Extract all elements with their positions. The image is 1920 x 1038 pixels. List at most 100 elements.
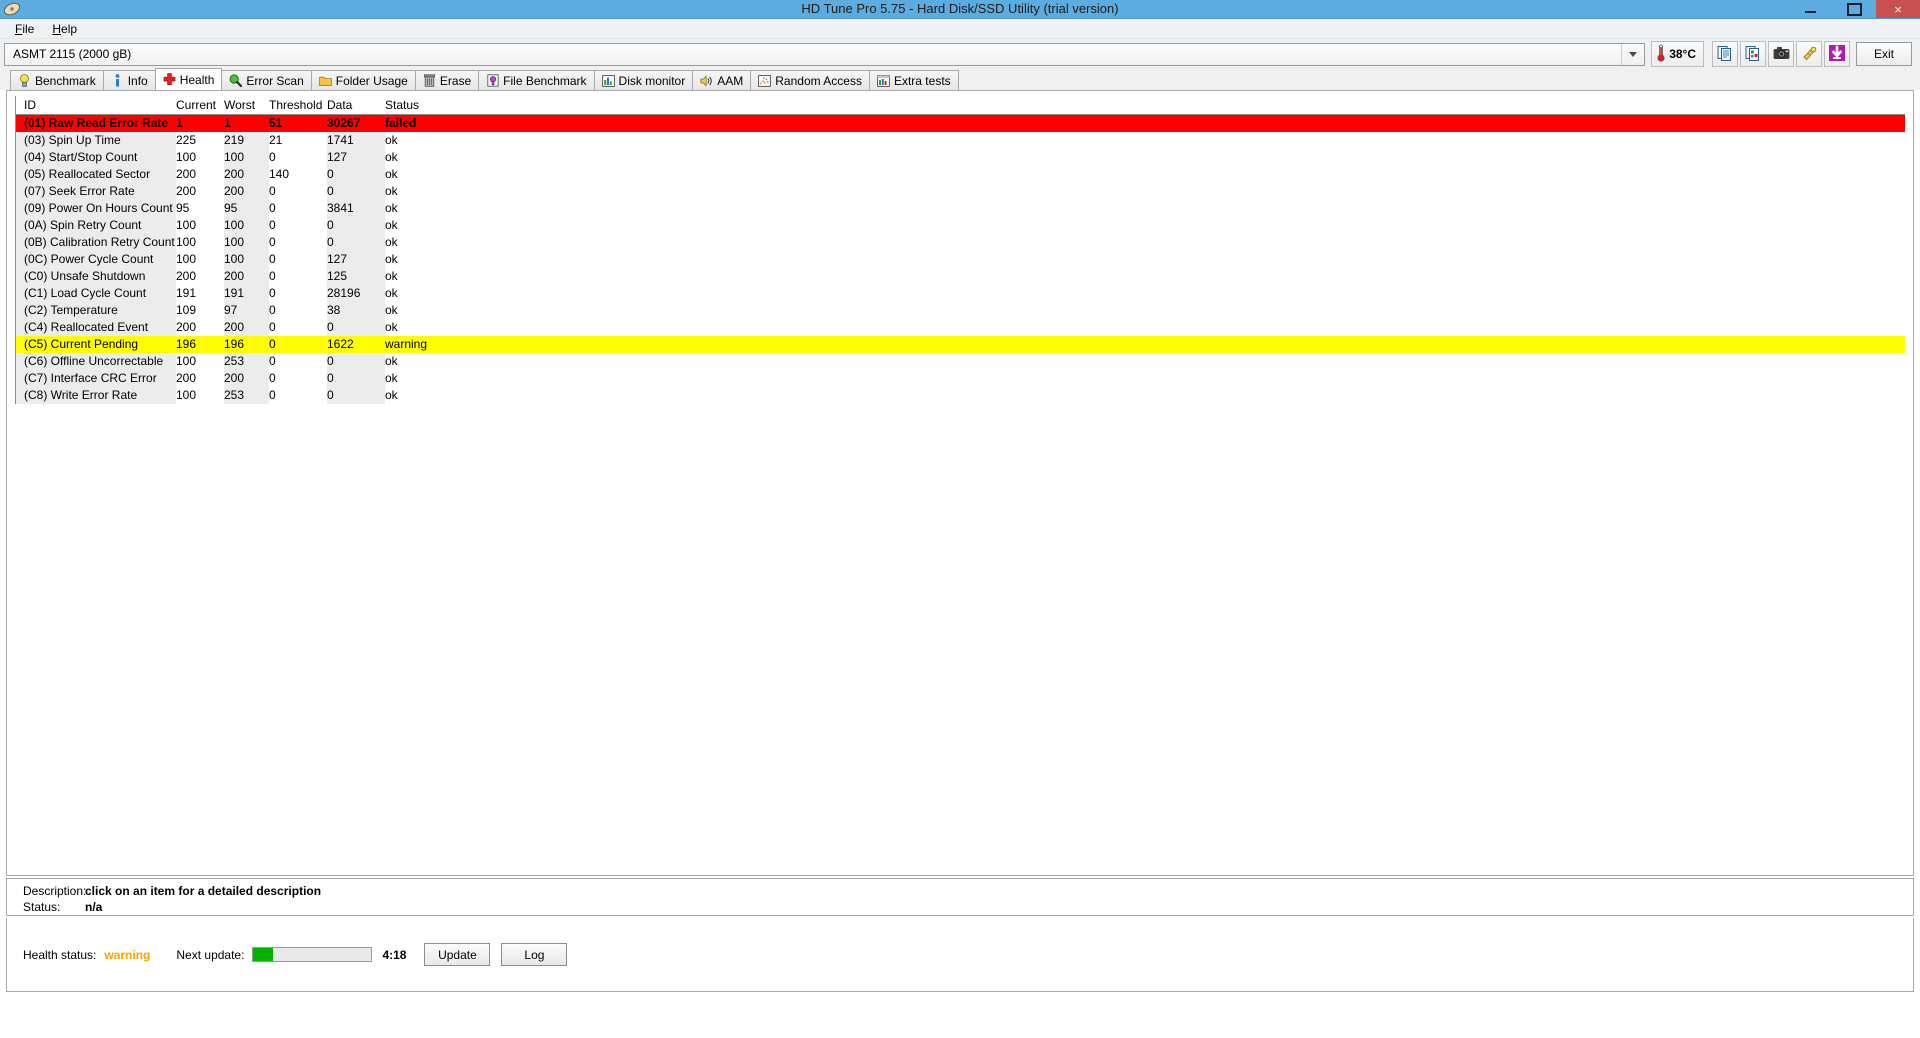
cell-data: 0 (327, 387, 385, 404)
status-line: Status: n/a (23, 899, 1913, 915)
table-row[interactable]: (0A) Spin Retry Count 100 100 0 0 ok (16, 217, 1905, 234)
lightbulb-icon (18, 74, 31, 87)
cell-id: (C1) Load Cycle Count (16, 285, 176, 302)
table-row[interactable]: (0C) Power Cycle Count 100 100 0 127 ok (16, 251, 1905, 268)
chevron-down-icon[interactable] (1621, 43, 1645, 65)
table-row[interactable]: (01) Raw Read Error Rate 1 1 51 30267 failed (16, 115, 1905, 132)
table-row[interactable]: (C6) Offline Uncorrectable 100 253 0 0 ok (16, 353, 1905, 370)
maximize-button[interactable] (1832, 0, 1876, 18)
window-title: HD Tune Pro 5.75 - Hard Disk/SSD Utility… (801, 1, 1119, 16)
menu-item-help[interactable]: Help (43, 21, 86, 37)
cell-worst: 100 (224, 217, 269, 234)
tab-erase[interactable]: Erase (414, 70, 480, 90)
close-button[interactable]: × (1876, 0, 1920, 18)
table-row[interactable]: (07) Seek Error Rate 200 200 0 0 ok (16, 183, 1905, 200)
cell-data: 0 (327, 319, 385, 336)
table-row[interactable]: (0B) Calibration Retry Count 100 100 0 0 ok (16, 234, 1905, 251)
copy-text-button[interactable] (1712, 41, 1738, 67)
cell-worst: 97 (224, 302, 269, 319)
cell-status: ok (385, 235, 398, 249)
menu-item-file[interactable]: File (6, 21, 43, 37)
cell-worst: 100 (224, 149, 269, 166)
health-panel: ID Current Worst Threshold Data Status (… (6, 90, 1914, 876)
cell-current: 200 (176, 371, 197, 385)
cell-current: 100 (176, 354, 197, 368)
cell-threshold: 0 (269, 150, 276, 164)
next-update-label: Next update: (176, 947, 245, 962)
table-row[interactable]: (C4) Reallocated Event Count20020000ok (16, 319, 1905, 351)
tab-strip: Benchmark Info Health Error Scan Folder … (0, 68, 1920, 90)
cell-status: ok (385, 218, 398, 232)
tab-folder-usage-label: Folder Usage (335, 73, 408, 88)
cell-threshold: 0 (269, 354, 276, 368)
maximize-icon (1846, 2, 1862, 16)
column-header-worst[interactable]: Worst (224, 98, 269, 112)
tab-benchmark[interactable]: Benchmark (10, 70, 104, 90)
table-row[interactable]: (C1) Load Cycle Count 191 191 0 28196 ok (16, 285, 1905, 302)
window-controls: × (1788, 0, 1920, 18)
close-icon: × (1894, 1, 1902, 17)
copy-image-icon (1745, 45, 1761, 64)
tab-disk-monitor[interactable]: Disk monitor (593, 70, 694, 90)
table-row[interactable]: (C5) Current Pending Sector19619601622wa… (16, 336, 1905, 368)
tab-error-scan-label: Error Scan (246, 73, 304, 88)
cell-status: ok (385, 167, 398, 181)
settings-button[interactable] (1796, 41, 1822, 67)
cell-worst: 191 (224, 285, 269, 302)
cell-data: 0 (327, 183, 385, 200)
table-row[interactable]: (C7) Interface CRC Error Count20020000ok (16, 370, 1905, 402)
cell-status: ok (385, 388, 398, 402)
window-titlebar: HD Tune Pro 5.75 - Hard Disk/SSD Utility… (0, 0, 1920, 19)
column-header-id[interactable]: ID (16, 98, 176, 112)
tab-extra-tests[interactable]: Extra tests (868, 70, 959, 90)
cell-data: 1741 (327, 132, 385, 149)
table-row[interactable]: (C2) Temperature 109 97 0 38 ok (16, 302, 1905, 319)
cell-status: ok (385, 371, 398, 385)
hard-disk-icon (3, 0, 21, 18)
table-row[interactable]: (C8) Write Error Rate 100 253 0 0 ok (16, 387, 1905, 404)
table-row[interactable]: (03) Spin Up Time 225 219 21 1741 ok (16, 132, 1905, 149)
cell-data: 30267 (327, 115, 385, 132)
column-header-status[interactable]: Status (385, 98, 440, 112)
column-header-data[interactable]: Data (327, 98, 385, 112)
file-gauge-icon (486, 74, 499, 87)
temperature-value: 38°C (1669, 47, 1696, 61)
tab-error-scan[interactable]: Error Scan (221, 70, 312, 90)
cell-current: 196 (176, 337, 197, 351)
cell-data: 0 (327, 370, 385, 387)
tab-random-access[interactable]: Random Access (750, 70, 870, 90)
minimize-button[interactable] (1788, 0, 1832, 18)
exit-button[interactable]: Exit (1856, 42, 1912, 66)
cell-worst: 100 (224, 251, 269, 268)
info-icon (111, 74, 124, 87)
cell-status: ok (385, 150, 398, 164)
column-header-threshold[interactable]: Threshold (269, 98, 327, 112)
health-status-value: warning (104, 947, 151, 962)
toolbar-button-group (1712, 41, 1850, 67)
tab-folder-usage[interactable]: Folder Usage (310, 70, 416, 90)
table-row[interactable]: (09) Power On Hours Count 95 95 0 3841 ok (16, 200, 1905, 217)
cell-id: (C0) Unsafe Shutdown Count (16, 268, 176, 300)
cell-status: ok (385, 354, 398, 368)
cell-id: (04) Start/Stop Count (16, 149, 176, 166)
cell-status: ok (385, 303, 398, 317)
cell-id: (C2) Temperature (16, 302, 176, 319)
tab-file-benchmark[interactable]: File Benchmark (478, 70, 595, 90)
table-row[interactable]: (C0) Unsafe Shutdown Count2002000125ok (16, 268, 1905, 300)
tab-info[interactable]: Info (102, 70, 156, 90)
tab-aam[interactable]: AAM (692, 70, 752, 90)
copy-image-button[interactable] (1740, 41, 1766, 67)
chart-grid-icon (877, 74, 890, 87)
drive-select[interactable]: ASMT 2115 (2000 gB) (4, 42, 1646, 66)
download-button[interactable] (1824, 41, 1850, 67)
cell-worst: 200 (224, 319, 269, 336)
tab-health[interactable]: Health (154, 68, 223, 90)
log-button[interactable]: Log (501, 943, 568, 966)
screenshot-button[interactable] (1768, 41, 1794, 67)
table-row[interactable]: (05) Reallocated Sector Count2002001400o… (16, 166, 1905, 198)
column-header-current[interactable]: Current (176, 98, 224, 112)
table-row[interactable]: (04) Start/Stop Count 100 100 0 127 ok (16, 149, 1905, 166)
update-button[interactable]: Update (424, 943, 491, 966)
cell-threshold: 140 (269, 167, 290, 181)
plug-icon (1801, 45, 1817, 64)
